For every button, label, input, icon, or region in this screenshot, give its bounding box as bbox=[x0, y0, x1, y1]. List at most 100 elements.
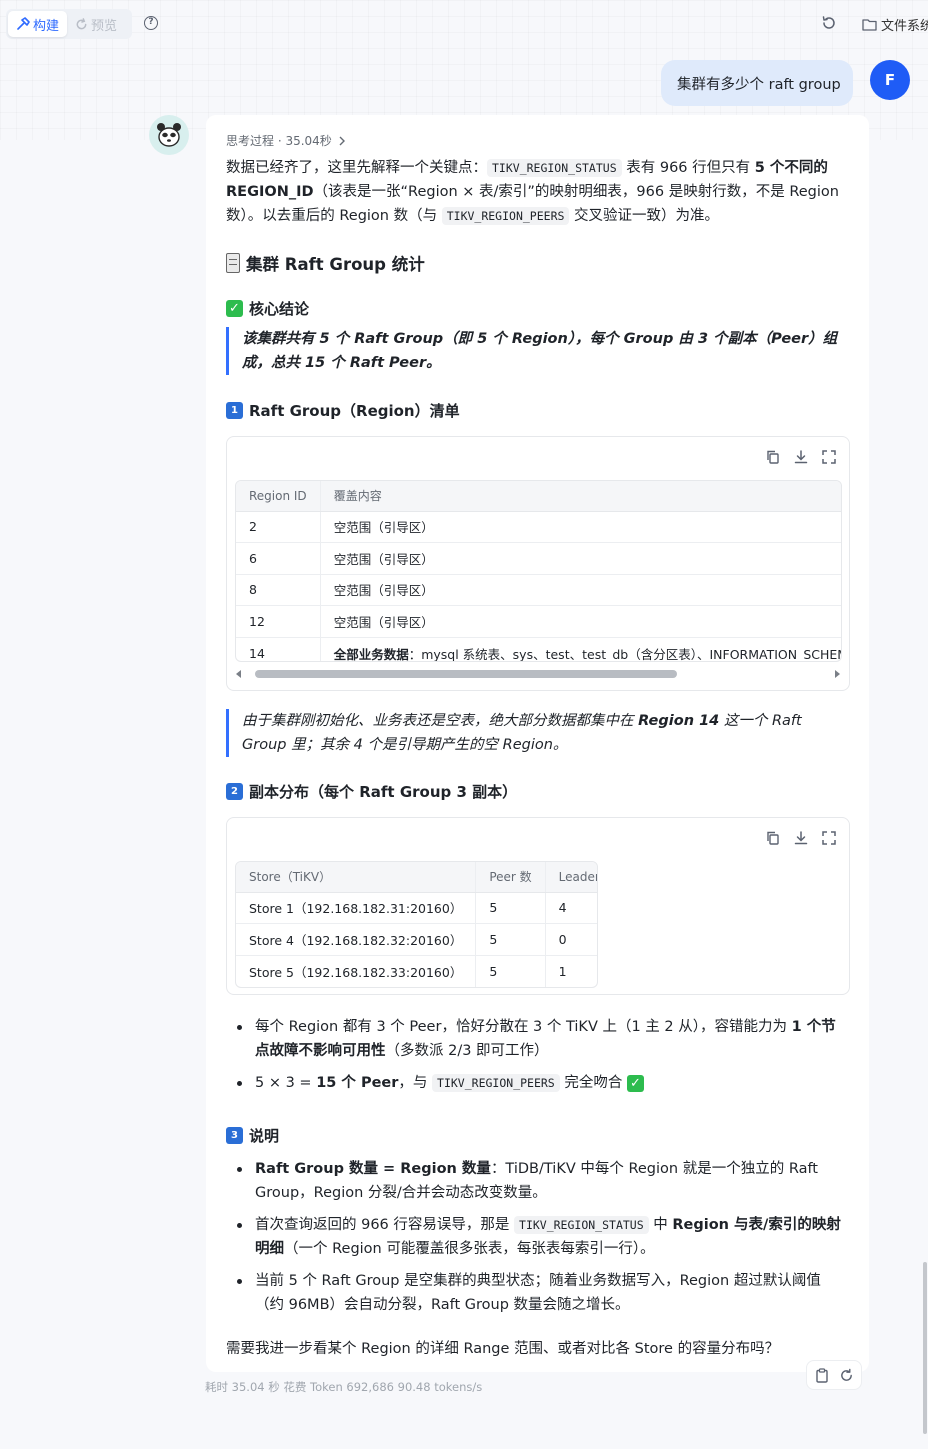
keycap-3-icon: 3 bbox=[226, 1127, 243, 1144]
check-mark-icon: ✓ bbox=[226, 300, 243, 317]
bullet-text: ，与 bbox=[398, 1075, 433, 1091]
closing-question: 需要我进一步看某个 Region 的详细 Range 范围、或者对比各 Stor… bbox=[226, 1341, 780, 1357]
table-row: Store 1（192.168.182.31:20160） 5 4 bbox=[236, 892, 597, 925]
heading-regions-text: Raft Group（Region）清单 bbox=[249, 402, 460, 420]
panda-icon bbox=[157, 123, 181, 147]
user-message-text: 集群有多少个 raft group bbox=[677, 76, 841, 93]
table-tools bbox=[765, 449, 837, 465]
bullet-text: 完全吻合 bbox=[559, 1075, 627, 1091]
files-button[interactable]: 文件系统 bbox=[862, 15, 928, 34]
table-row: Store 4（192.168.182.32:20160） 5 0 bbox=[236, 923, 597, 956]
table-header-row: Store（TiKV） Peer 数 Leader 数 bbox=[236, 862, 597, 893]
page-scrollbar[interactable] bbox=[923, 1262, 927, 1434]
cell-region-id: 8 bbox=[236, 574, 321, 607]
region-table: Region ID 覆盖内容 2 空范围（引导区） 6 空范围（引导区） 8 空范围（… bbox=[236, 481, 842, 662]
store-table-viewport: Store（TiKV） Peer 数 Leader 数 Store 1（192.… bbox=[235, 861, 598, 988]
cell-region-id: 12 bbox=[236, 605, 321, 638]
preview-tab[interactable]: 预览 bbox=[67, 11, 125, 37]
hammer-icon bbox=[17, 17, 30, 30]
copy-icon[interactable] bbox=[765, 449, 781, 465]
table-row: Store 5（192.168.182.33:20160） 5 1 bbox=[236, 955, 597, 987]
cell-content: 空范围（引导区） bbox=[319, 605, 841, 638]
scroll-left-icon[interactable] bbox=[235, 670, 243, 678]
cell-content: 空范围（引导区） bbox=[319, 574, 841, 607]
build-tab[interactable]: 构建 bbox=[8, 11, 68, 37]
download-icon[interactable] bbox=[793, 830, 809, 846]
conclusion-text: 该集群共有 5 个 Raft Group（即 5 个 Region），每个 Gr… bbox=[242, 331, 838, 371]
store-table: Store（TiKV） Peer 数 Leader 数 Store 1（192.… bbox=[236, 862, 597, 987]
table-row: 2 空范围（引导区） bbox=[236, 511, 841, 544]
cell-leaders: 0 bbox=[544, 923, 597, 956]
files-label: 文件系统 bbox=[881, 19, 928, 34]
check-mark-icon: ✓ bbox=[626, 1075, 644, 1092]
intro-text-4: 交叉验证一致）为准。 bbox=[569, 208, 720, 224]
list-item: 5 × 3 = 15 个 Peer，与 TIKV_REGION_PEERS 完全… bbox=[226, 1071, 846, 1095]
help-icon[interactable]: ? bbox=[144, 16, 158, 30]
note-text-1: 由于集群刚初始化、业务表还是空表，绝大部分数据都集中在 bbox=[242, 713, 639, 729]
cell-content: 空范围（引导区） bbox=[319, 542, 841, 575]
assistant-avatar bbox=[149, 115, 189, 155]
refresh-icon[interactable] bbox=[821, 15, 837, 31]
chevron-right-icon bbox=[339, 136, 345, 145]
section-heading-conclusion: ✓ 核心结论 bbox=[226, 298, 309, 319]
bullet-bold: 15 个 Peer bbox=[316, 1075, 399, 1091]
table-row: 14 全部业务数据：mysql 系统表、sys、test、test_db（含分区表… bbox=[236, 637, 842, 662]
fullscreen-icon[interactable] bbox=[821, 830, 837, 846]
thinking-label: 思考过程 · 35.04秒 bbox=[226, 134, 332, 148]
preview-label: 预览 bbox=[91, 18, 118, 34]
store-table-block: Store（TiKV） Peer 数 Leader 数 Store 1（192.… bbox=[226, 817, 850, 995]
cell-content-rest: ：mysql 系统表、sys、test、test_db（含分区表）、INFORM… bbox=[408, 646, 842, 662]
fullscreen-icon[interactable] bbox=[821, 449, 837, 465]
cell-region-id: 14 bbox=[236, 637, 321, 661]
bullet-text: 当前 5 个 Raft Group 是空集群的典型状态；随着业务数据写入，Reg… bbox=[255, 1273, 821, 1313]
mode-switch: 构建 预览 bbox=[6, 9, 132, 39]
cell-peers: 5 bbox=[475, 955, 546, 987]
bullet-text: 5 × 3 = bbox=[255, 1075, 317, 1091]
intro-paragraph: 数据已经齐了，这里先解释一个关键点： TIKV_REGION_STATUS 表有 … bbox=[226, 156, 850, 228]
bullet-code: TIKV_REGION_PEERS bbox=[432, 1074, 560, 1092]
response-stats: 耗时 35.04 秒 花费 Token 692,686 90.48 tokens… bbox=[205, 1380, 483, 1394]
top-toolbar: 构建 预览 ? 文件系统 bbox=[0, 0, 928, 48]
list-item: 每个 Region 都有 3 个 Peer，恰好分散在 3 个 TiKV 上（1… bbox=[226, 1015, 846, 1063]
heading-notes-text: 说明 bbox=[249, 1127, 280, 1145]
section-heading-notes: 3 说明 bbox=[226, 1125, 279, 1146]
intro-text-2: 表有 966 行但只有 bbox=[621, 160, 755, 176]
regenerate-icon[interactable] bbox=[839, 1368, 854, 1383]
message-actions bbox=[806, 1360, 862, 1390]
cell-store: Store 4（192.168.182.32:20160） bbox=[236, 923, 476, 956]
table-tools bbox=[765, 830, 837, 846]
region-table-viewport[interactable]: Region ID 覆盖内容 2 空范围（引导区） 6 空范围（引导区） 8 空范围（… bbox=[235, 480, 842, 662]
download-icon[interactable] bbox=[793, 449, 809, 465]
heading-replicas-text: 副本分布（每个 Raft Group 3 副本） bbox=[249, 783, 518, 801]
column-header: Store（TiKV） bbox=[236, 862, 476, 893]
conclusion-quote: 该集群共有 5 个 Raft Group（即 5 个 Region），每个 Gr… bbox=[226, 327, 846, 375]
bullet-code: TIKV_REGION_STATUS bbox=[514, 1216, 649, 1234]
column-header: Peer 数 bbox=[475, 862, 546, 893]
cell-store: Store 1（192.168.182.31:20160） bbox=[236, 892, 476, 925]
thinking-toggle[interactable]: 思考过程 · 35.04秒 bbox=[226, 132, 346, 149]
cell-region-id: 6 bbox=[236, 542, 321, 575]
user-avatar[interactable]: F bbox=[870, 60, 910, 100]
table-header-row: Region ID 覆盖内容 bbox=[236, 481, 841, 512]
notes-bullets: Raft Group 数量 = Region 数量：TiDB/TiKV 中每个 … bbox=[226, 1157, 846, 1325]
horizontal-scrollbar[interactable] bbox=[235, 667, 841, 681]
note-quote: 由于集群刚初始化、业务表还是空表，绝大部分数据都集中在 Region 14 这一… bbox=[226, 709, 816, 757]
intro-text-1: 数据已经齐了，这里先解释一个关键点： bbox=[226, 160, 487, 176]
cell-leaders: 1 bbox=[544, 955, 597, 987]
clipboard-icon[interactable] bbox=[815, 1367, 829, 1383]
assistant-message-card: 思考过程 · 35.04秒 数据已经齐了，这里先解释一个关键点： TIKV_REG… bbox=[206, 115, 869, 1372]
bullet-text: （多数派 2/3 即可工作） bbox=[385, 1043, 549, 1059]
region-table-block: Region ID 覆盖内容 2 空范围（引导区） 6 空范围（引导区） 8 空范围（… bbox=[226, 436, 850, 691]
cell-peers: 5 bbox=[475, 923, 546, 956]
list-item: Raft Group 数量 = Region 数量：TiDB/TiKV 中每个 … bbox=[226, 1157, 846, 1205]
bullet-text: （一个 Region 可能覆盖很多张表，每张表每索引一行）。 bbox=[284, 1241, 655, 1257]
cell-content: 全部业务数据：mysql 系统表、sys、test、test_db（含分区表）、… bbox=[319, 637, 842, 662]
scroll-right-icon[interactable] bbox=[833, 670, 841, 678]
heading-conclusion-text: 核心结论 bbox=[249, 300, 310, 318]
user-message-bubble: 集群有多少个 raft group bbox=[661, 60, 853, 106]
column-header: Region ID bbox=[236, 481, 321, 512]
table-row: 6 空范围（引导区） bbox=[236, 542, 841, 575]
intro-code-2: TIKV_REGION_PEERS bbox=[441, 207, 570, 225]
scroll-thumb[interactable] bbox=[255, 670, 677, 678]
copy-icon[interactable] bbox=[765, 830, 781, 846]
